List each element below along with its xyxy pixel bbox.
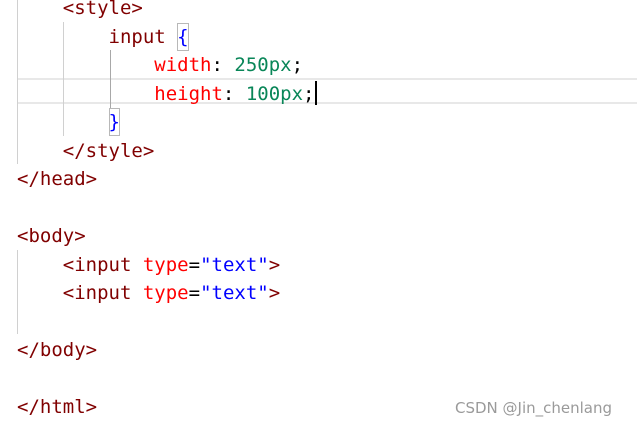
code-token: type [142,253,189,276]
code-token: type [142,282,189,304]
code-line[interactable]: height: 100px; [17,80,314,108]
code-token: </html> [17,396,98,418]
watermark: CSDN @Jin_chenlang [455,399,613,417]
code-line[interactable]: width: 250px; [17,51,303,79]
code-line[interactable]: </html> [17,393,97,421]
code-token: </style> [62,139,155,162]
code-line[interactable]: <input type="text"> [17,251,280,279]
code-token: input [108,25,166,48]
code-token: <input [62,253,132,276]
code-line[interactable]: </body> [17,336,97,364]
text-cursor [315,81,317,105]
code-token: "text" [200,253,269,276]
code-token: 100px [245,82,304,105]
code-token: = [188,253,201,276]
code-line[interactable]: <style> [17,0,143,22]
code-token: "text" [200,282,269,304]
code-token: : [222,82,246,105]
code-token: { [177,22,189,51]
code-line[interactable]: } [17,108,120,136]
code-token: </body> [17,339,98,361]
code-token: <body> [17,225,86,247]
code-token: </head> [17,168,98,190]
code-token: ; [303,82,315,105]
code-line[interactable]: <input type="text"> [17,279,280,307]
code-token: <style> [62,0,143,19]
code-line[interactable]: <body> [17,222,86,250]
code-line[interactable]: input { [17,22,189,51]
code-token: 250px [234,54,292,76]
code-editor[interactable]: <style> input { width: 250px; height: 10… [0,0,637,430]
code-token: } [108,108,120,136]
code-token: width [154,54,212,76]
code-line[interactable]: </head> [17,165,97,193]
code-token: = [188,282,201,304]
code-token: : [211,54,235,76]
code-token: ; [291,54,304,76]
code-token: > [268,282,281,304]
code-token: height [154,82,223,105]
code-token: <input [62,282,132,304]
code-token: > [268,253,281,276]
code-line[interactable]: </style> [17,137,155,165]
